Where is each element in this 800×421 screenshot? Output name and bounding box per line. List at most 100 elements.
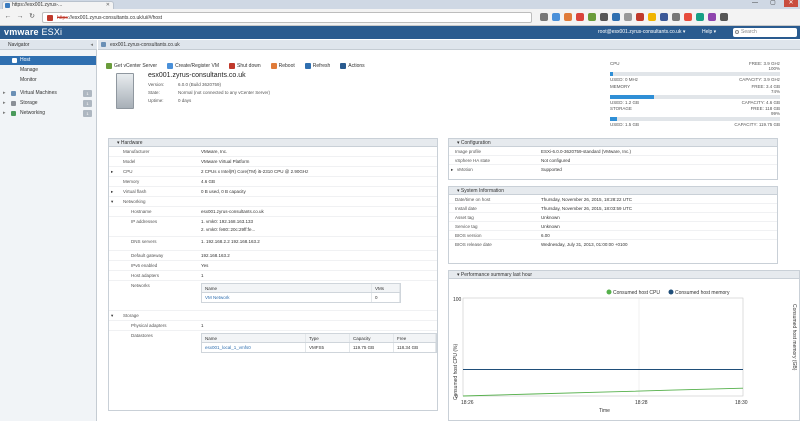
performance-chart-header[interactable]: ▾ Performance summary last hour [449, 271, 799, 279]
config-row-image-profile: Image profile ESXi-6.0.0-3620759-standard… [449, 147, 777, 156]
extension-icon[interactable] [708, 13, 716, 21]
extension-icon[interactable] [588, 13, 596, 21]
back-icon[interactable]: ← [4, 13, 12, 21]
help-menu[interactable]: Help ▾ [702, 26, 716, 39]
extension-icon[interactable] [684, 13, 692, 21]
row-value: Supported [541, 167, 562, 172]
star-icon[interactable] [540, 13, 548, 21]
sys-row-datetime: Date/time on host Thursday, November 26, … [449, 195, 777, 204]
column-header[interactable]: Name [202, 334, 306, 342]
button-label: Create/Register VM [175, 63, 219, 69]
extension-icon[interactable] [624, 13, 632, 21]
host-icon [101, 42, 106, 47]
get-vcenter-button[interactable]: Get vCenter Server [106, 61, 157, 71]
network-link[interactable]: VM Network [202, 293, 372, 302]
browser-navbar: ← → ↻ https://esx001.zyrus-consultants.c… [0, 9, 800, 26]
extension-icon[interactable] [696, 13, 704, 21]
legend-cpu-label[interactable]: Consumed host CPU [613, 290, 660, 296]
system-information-header[interactable]: ▾ System Information [449, 187, 777, 195]
browser-tab[interactable]: https://esx001.zyrus-... ✕ [2, 1, 114, 9]
column-header[interactable]: Name [202, 284, 372, 292]
forward-icon[interactable]: → [16, 13, 24, 21]
row-label: CPU [123, 169, 133, 174]
maximize-button[interactable]: ▢ [766, 0, 780, 7]
create-register-vm-button[interactable]: Create/Register VM [167, 61, 219, 71]
extension-icon[interactable] [636, 13, 644, 21]
extension-icon[interactable] [672, 13, 680, 21]
shut-down-button[interactable]: Shut down [228, 61, 261, 71]
meter-percent: 99% [770, 111, 780, 116]
expand-icon[interactable]: ▸ [451, 165, 453, 174]
row-label: Memory [123, 179, 140, 184]
expand-icon[interactable]: ▸ [3, 109, 6, 118]
y-tick-label: 100 [453, 297, 462, 303]
collapse-icon[interactable]: ▾ [111, 311, 113, 321]
extension-icon[interactable] [552, 13, 560, 21]
row-label: Networks [131, 283, 150, 288]
actions-button[interactable]: Actions [340, 61, 365, 71]
minimize-button[interactable]: — [748, 0, 762, 7]
y-axis-label-right: Consumed host memory (GB) [791, 304, 797, 371]
nav-item-storage[interactable]: ▸ Storage 1 [0, 99, 96, 108]
table-cell: 118.34 GB [394, 343, 436, 352]
collapse-icon[interactable]: ▾ [111, 197, 113, 207]
y-axis-label-left: Consumed host CPU (%) [453, 344, 459, 400]
nav-item-monitor[interactable]: Monitor [0, 76, 96, 85]
menu-icon[interactable] [720, 13, 728, 21]
datastore-link[interactable]: esx001_local_1_vmfs0 [202, 343, 306, 352]
insecure-lock-icon [47, 15, 53, 21]
nav-item-networking[interactable]: ▸ Networking 1 [0, 109, 96, 118]
count-badge: 1 [83, 90, 92, 97]
hw-row-virtual-flash[interactable]: ▸ Virtual flash 0 B used, 0 B capacity [109, 187, 437, 197]
expand-icon[interactable]: ▸ [111, 187, 113, 197]
column-header[interactable]: Type [306, 334, 350, 342]
row-label: vMotion [457, 167, 473, 172]
hw-row-hostname: Hostname esx001.zyrus-consultants.co.uk [109, 207, 437, 217]
series-cpu-line[interactable] [462, 387, 744, 397]
breadcrumb-label: esx001.zyrus-consultants.co.uk [110, 42, 180, 48]
address-bar[interactable]: https://esx001.zyrus-consultants.co.uk/u… [42, 12, 532, 23]
search-input[interactable]: Search [733, 28, 797, 37]
nav-item-virtual-machines[interactable]: ▸ Virtual Machines 1 [0, 89, 96, 98]
refresh-button[interactable]: Refresh [304, 61, 330, 71]
hardware-header[interactable]: ▾ Hardware [109, 139, 437, 147]
host-state-label: State: [148, 90, 160, 95]
legend-memory-label[interactable]: Consumed host memory [675, 290, 730, 296]
logo-vm: vm [4, 27, 18, 37]
column-header[interactable]: Capacity [350, 334, 394, 342]
configuration-header[interactable]: ▾ Configuration [449, 139, 777, 147]
url-path: ://esx001.zyrus-consultants.co.uk/ui/#/h… [67, 15, 163, 21]
nav-item-manage[interactable]: Manage [0, 66, 96, 75]
row-value: 0 B used, 0 B capacity [201, 189, 246, 194]
table-row[interactable]: esx001_local_1_vmfs0 VMFS5 119.75 GB 118.34… [202, 343, 436, 352]
column-header[interactable]: Free [394, 334, 436, 342]
extension-icon[interactable] [564, 13, 572, 21]
hw-row-cpu[interactable]: ▸ CPU 2 CPUs x Intel(R) Core(TM) i5-2310 C… [109, 167, 437, 177]
close-tab-icon[interactable]: ✕ [106, 2, 110, 9]
close-window-button[interactable]: ✕ [784, 0, 798, 7]
hw-row-datastores: Datastores Name Type Capacity Free esx001_l… [109, 331, 437, 357]
x-tick-label: 18:26 [461, 400, 474, 406]
collapse-icon[interactable]: ◂ [90, 40, 93, 50]
user-menu[interactable]: root@esx001.zyrus-consultants.co.uk ▾ [598, 26, 685, 39]
row-value: 2 CPUs x Intel(R) Core(TM) i5-2310 CPU @… [201, 169, 309, 174]
expand-icon[interactable]: ▸ [111, 167, 113, 177]
extension-icon[interactable] [648, 13, 656, 21]
reboot-button[interactable]: Reboot [270, 61, 295, 71]
table-row[interactable]: VM Network 0 [202, 293, 400, 302]
reload-icon[interactable]: ↻ [28, 13, 36, 21]
extension-icon[interactable] [576, 13, 584, 21]
hw-row-networking[interactable]: ▾ Networking [109, 197, 437, 207]
expand-icon[interactable]: ▸ [3, 89, 6, 98]
meter-fill [610, 95, 655, 99]
expand-icon[interactable]: ▸ [3, 99, 6, 108]
extension-icon[interactable] [612, 13, 620, 21]
column-header[interactable]: VMs [372, 284, 400, 292]
config-row-vmotion[interactable]: ▸ vMotion Supported [449, 165, 777, 174]
nav-item-host[interactable]: Host [0, 56, 96, 65]
extension-icon[interactable] [600, 13, 608, 21]
vcenter-icon [106, 63, 112, 69]
hw-row-storage[interactable]: ▾ Storage [109, 311, 437, 321]
extension-icon[interactable] [660, 13, 668, 21]
nav-item-label: Virtual Machines [20, 90, 57, 96]
